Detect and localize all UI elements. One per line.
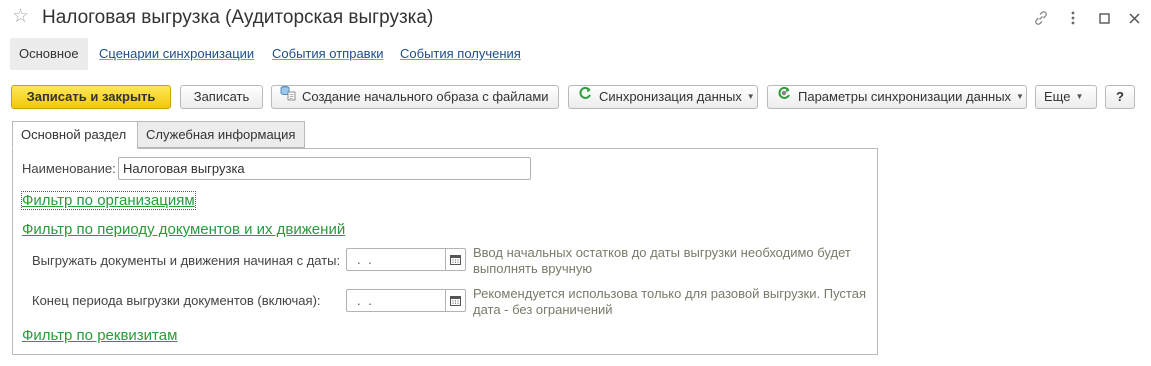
tab-receive-events[interactable]: События получения — [400, 38, 521, 70]
dropdown-arrow-icon: ▼ — [1016, 91, 1024, 101]
end-date-label: Конец периода выгрузки документов (включ… — [32, 293, 321, 308]
tab-send-events[interactable]: События отправки — [272, 38, 384, 70]
start-date-input[interactable]: . . — [346, 248, 446, 271]
sync-icon — [577, 85, 593, 108]
filter-attributes-link[interactable]: Фильтр по реквизитам — [22, 327, 177, 344]
initial-image-button[interactable]: Создание начального образа с файлами — [271, 85, 559, 109]
filter-period-link[interactable]: Фильтр по периоду документов и их движен… — [22, 221, 345, 238]
sync-params-button[interactable]: Параметры синхронизации данных ▼ — [767, 85, 1027, 109]
start-date-label: Выгружать документы и движения начиная с… — [32, 253, 341, 268]
initial-image-label: Создание начального образа с файлами — [302, 89, 549, 104]
tab-sync-scenarios[interactable]: Сценарии синхронизации — [99, 38, 254, 70]
sync-params-label: Параметры синхронизации данных — [798, 89, 1012, 104]
end-date-field: . . — [346, 289, 467, 312]
start-date-hint: Ввод начальных остатков до даты выгрузки… — [473, 245, 851, 277]
more-label: Еще — [1044, 89, 1071, 104]
star-icon[interactable]: ☆ — [12, 6, 29, 28]
start-date-field: . . — [346, 248, 467, 271]
link-icon[interactable] — [1030, 8, 1052, 28]
window-title: Налоговая выгрузка (Аудиторская выгрузка… — [42, 7, 434, 28]
tab-main-section[interactable]: Основной раздел — [12, 121, 138, 149]
form-panel: Наименование: Налоговая выгрузка Фильтр … — [12, 148, 878, 355]
title-bar: ☆ Налоговая выгрузка (Аудиторская выгруз… — [0, 0, 1151, 36]
end-date-hint-line1: Рекомендуется использова только для разо… — [473, 286, 867, 301]
dropdown-arrow-icon: ▼ — [1075, 91, 1084, 101]
calendar-icon[interactable] — [445, 289, 466, 312]
end-date-hint-line2: дата - без ограничений — [473, 302, 613, 317]
more-button[interactable]: Еще ▼ — [1035, 85, 1097, 109]
dropdown-arrow-icon: ▼ — [746, 91, 755, 101]
save-and-close-button[interactable]: Записать и закрыть — [11, 85, 171, 109]
filter-organizations-link[interactable]: Фильтр по организациям — [21, 191, 196, 210]
close-icon[interactable] — [1123, 8, 1145, 28]
sync-data-label: Синхронизация данных — [599, 89, 742, 104]
more-icon[interactable] — [1062, 8, 1084, 28]
name-label: Наименование: — [22, 161, 116, 176]
database-files-icon — [280, 85, 296, 108]
sync-settings-icon — [776, 85, 792, 108]
help-button[interactable]: ? — [1105, 85, 1135, 109]
name-input[interactable]: Налоговая выгрузка — [118, 157, 531, 180]
tab-service-info[interactable]: Служебная информация — [137, 121, 305, 148]
end-date-input[interactable]: . . — [346, 289, 446, 312]
calendar-icon[interactable] — [445, 248, 466, 271]
start-date-hint-line2: выполнять вручную — [473, 261, 593, 276]
sync-data-button[interactable]: Синхронизация данных ▼ — [568, 85, 758, 109]
tab-main[interactable]: Основное — [10, 38, 88, 70]
end-date-hint: Рекомендуется использова только для разо… — [473, 286, 866, 318]
maximize-icon[interactable] — [1093, 8, 1115, 28]
start-date-hint-line1: Ввод начальных остатков до даты выгрузки… — [473, 245, 851, 260]
save-button[interactable]: Записать — [180, 85, 263, 109]
